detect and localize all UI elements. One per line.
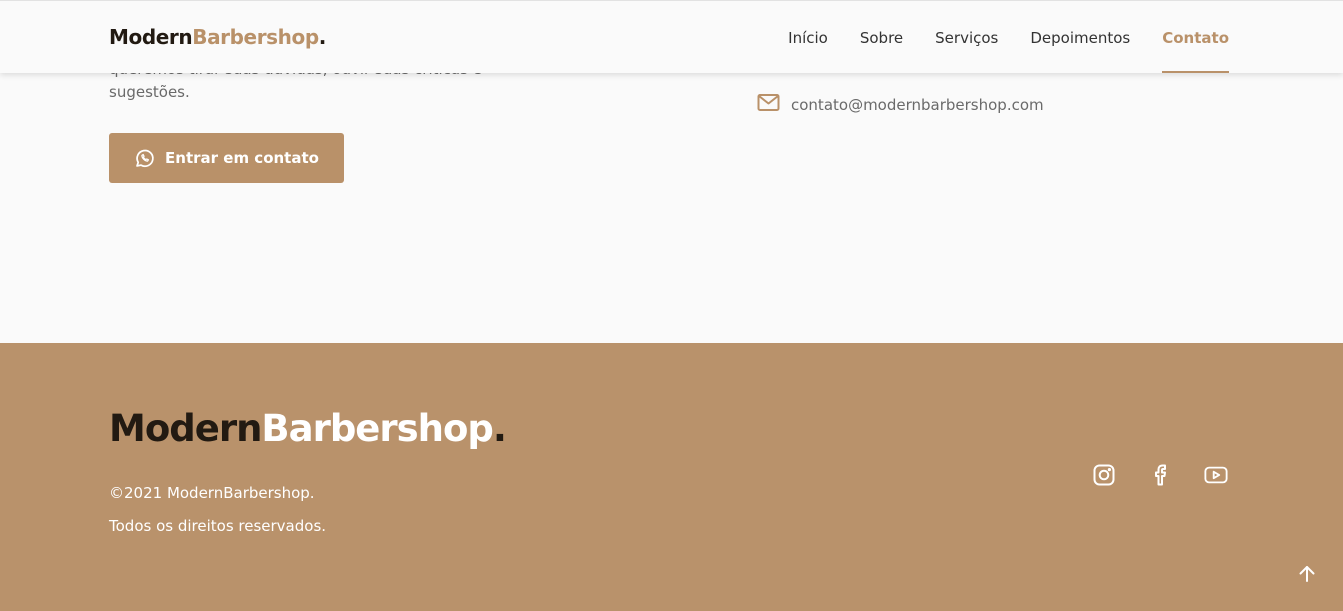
nav-item-depoimentos[interactable]: Depoimentos — [1014, 1, 1146, 74]
nav-item-servicos[interactable]: Serviços — [919, 1, 1014, 74]
arrow-up-icon[interactable] — [1294, 561, 1320, 587]
footer-logo: ModernBarbershop. — [109, 407, 507, 450]
copyright-text: ©2021 ModernBarbershop. — [109, 484, 315, 502]
logo-part-barbershop: Barbershop — [192, 25, 319, 49]
nav-item-inicio[interactable]: Início — [772, 1, 844, 74]
instagram-icon[interactable] — [1092, 463, 1116, 487]
logo-part-modern: Modern — [109, 407, 262, 450]
logo-part-modern: Modern — [109, 25, 193, 49]
contact-button[interactable]: Entrar em contato — [109, 133, 344, 183]
contact-button-label: Entrar em contato — [165, 149, 319, 167]
nav-item-contato[interactable]: Contato — [1146, 1, 1229, 74]
main-nav: Início Sobre Serviços Depoimentos Contat… — [772, 1, 1229, 74]
mail-icon — [757, 93, 780, 116]
site-header: ModernBarbershop. Início Sobre Serviços … — [0, 0, 1343, 73]
email-link[interactable]: contato@modernbarbershop.com — [791, 96, 1044, 114]
logo-part-dot: . — [492, 407, 507, 450]
whatsapp-icon — [134, 148, 155, 169]
nav-item-sobre[interactable]: Sobre — [844, 1, 919, 74]
logo-part-dot: . — [318, 25, 327, 49]
site-footer: ModernBarbershop. ©2021 ModernBarbershop… — [0, 343, 1343, 611]
facebook-icon[interactable] — [1148, 463, 1172, 487]
youtube-icon[interactable] — [1204, 463, 1228, 487]
header-logo[interactable]: ModernBarbershop. — [109, 25, 326, 49]
logo-part-barbershop: Barbershop — [261, 407, 494, 450]
rights-text: Todos os direitos reservados. — [109, 517, 327, 535]
social-links — [1092, 463, 1228, 487]
email-row: contato@modernbarbershop.com — [757, 93, 1044, 116]
